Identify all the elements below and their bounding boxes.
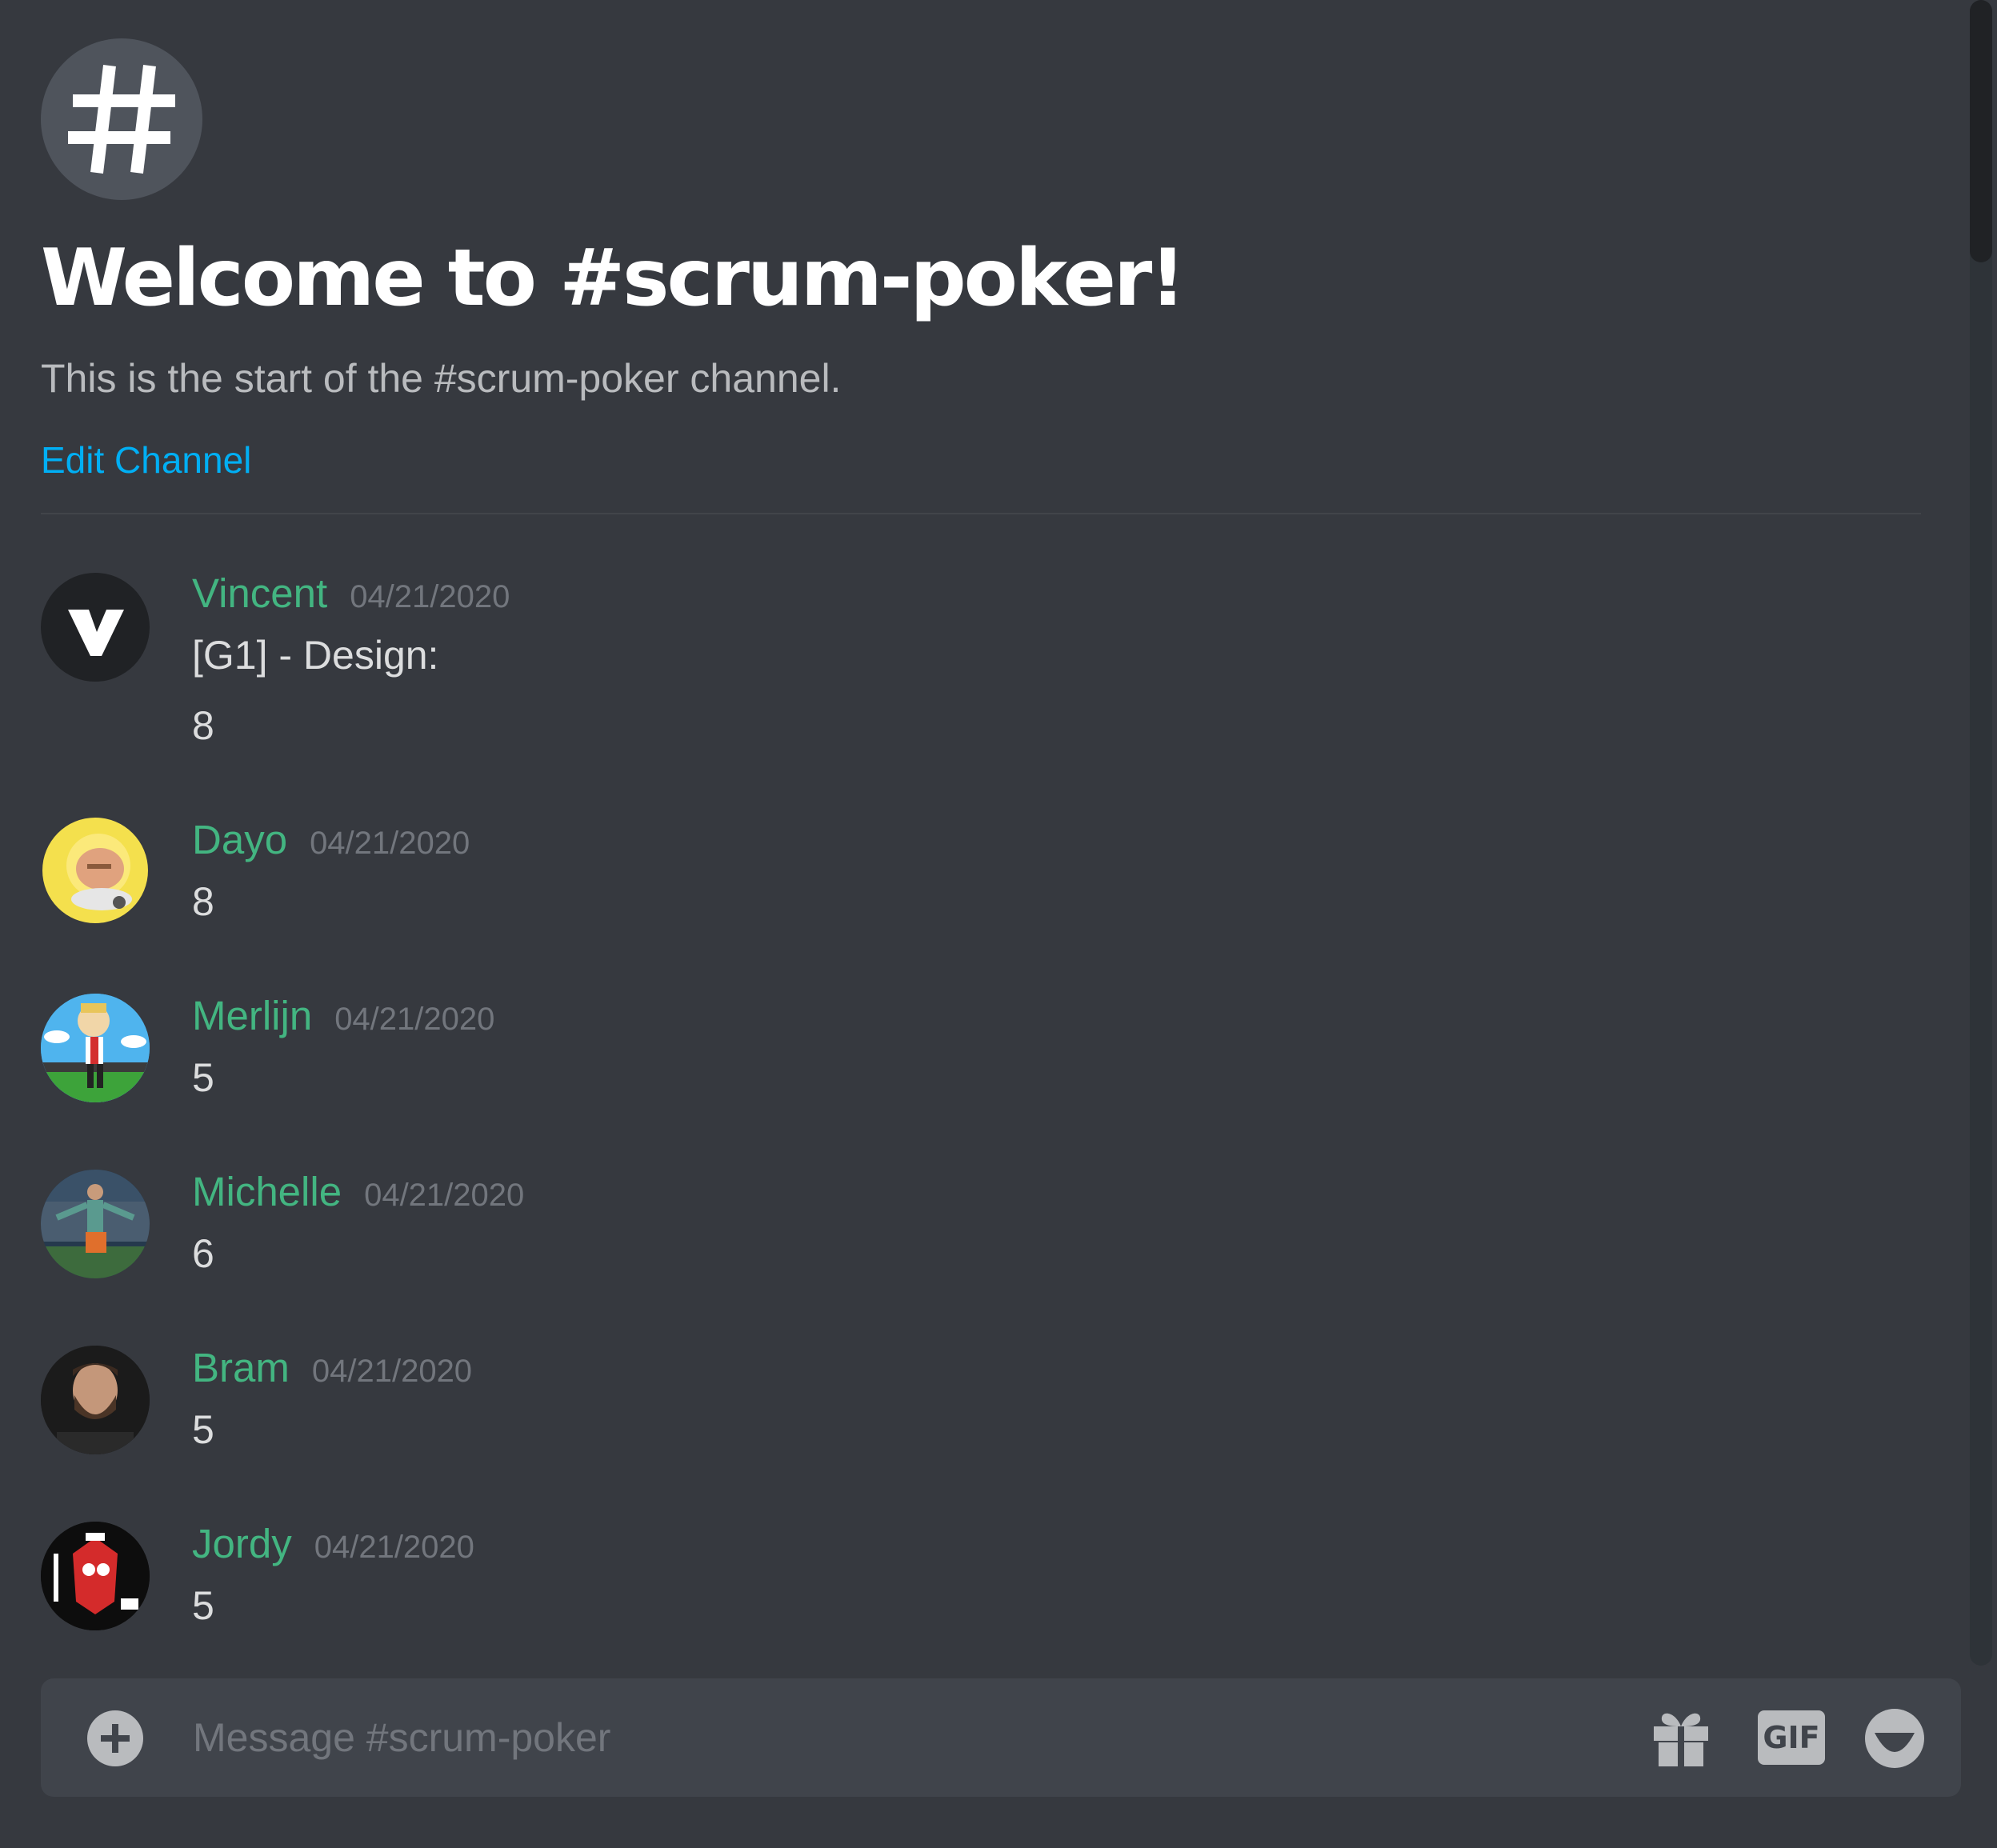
chat-window: Welcome to #scrum-poker! This is the sta… [0, 0, 1997, 1848]
message-text: 5 [192, 1055, 214, 1100]
michelle-avatar[interactable] [41, 1170, 150, 1278]
username[interactable]: Merlijn [192, 992, 312, 1039]
merlijn-avatar[interactable] [41, 994, 150, 1102]
message-header: Bram 04/21/2020 [192, 1344, 472, 1391]
message-header: Vincent 04/21/2020 [192, 570, 510, 617]
welcome-title: Welcome to #scrum-poker! [41, 233, 1186, 324]
message-text: 5 [192, 1583, 214, 1628]
edit-channel-link[interactable]: Edit Channel [41, 432, 251, 488]
message-header: Dayo 04/21/2020 [192, 816, 470, 863]
message-composer: GIF [41, 1678, 1961, 1797]
username[interactable]: Vincent [192, 570, 327, 617]
divider [41, 513, 1921, 514]
message-text: 8 [192, 703, 214, 748]
plus-circle-icon[interactable] [87, 1710, 143, 1766]
jordy-avatar[interactable] [41, 1522, 150, 1630]
emoji-icon[interactable] [1863, 1704, 1926, 1770]
vincent-avatar[interactable] [41, 573, 150, 682]
username[interactable]: Bram [192, 1344, 290, 1391]
dayo-avatar[interactable] [41, 816, 150, 925]
hash-icon [41, 38, 202, 200]
welcome-subtitle: This is the start of the #scrum-poker ch… [41, 356, 842, 401]
message-text: 5 [192, 1407, 214, 1452]
message-header: Michelle 04/21/2020 [192, 1168, 524, 1215]
username[interactable]: Dayo [192, 816, 287, 863]
message-header: Jordy 04/21/2020 [192, 1520, 474, 1567]
message-header: Merlijn 04/21/2020 [192, 992, 494, 1039]
timestamp: 04/21/2020 [311, 1354, 473, 1389]
message-text: 8 [192, 879, 214, 924]
timestamp: 04/21/2020 [364, 1178, 525, 1213]
timestamp: 04/21/2020 [350, 579, 510, 614]
timestamp: 04/21/2020 [314, 1530, 474, 1565]
username[interactable]: Michelle [192, 1168, 342, 1215]
scrollbar-thumb[interactable] [1970, 0, 1992, 262]
gif-label: GIF [1763, 1720, 1820, 1755]
username[interactable]: Jordy [192, 1520, 292, 1567]
bram-avatar[interactable] [41, 1346, 150, 1454]
timestamp: 04/21/2020 [334, 1002, 495, 1037]
message-input[interactable] [193, 1702, 1633, 1773]
message-text: [G1] - Design: [192, 633, 439, 678]
gift-icon[interactable] [1652, 1707, 1710, 1768]
gif-button[interactable]: GIF [1758, 1710, 1825, 1765]
timestamp: 04/21/2020 [310, 826, 470, 861]
message-text: 6 [192, 1231, 214, 1276]
scrollbar-track[interactable] [1970, 0, 1992, 1666]
